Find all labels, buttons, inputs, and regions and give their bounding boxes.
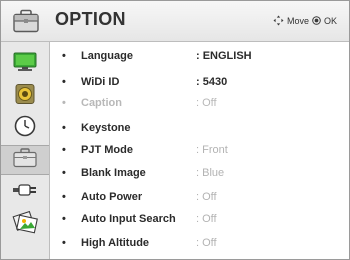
clock-icon: [14, 115, 36, 142]
menu-item-label: Auto Power: [81, 191, 143, 203]
bullet: •: [62, 144, 66, 156]
ok-button-icon: [312, 16, 321, 25]
hint-ok-label: OK: [323, 15, 337, 26]
option-menu-list: • Language : ENGLISH • WiDi ID : 5430 • …: [50, 42, 349, 259]
menu-item-auto-power[interactable]: • Auto Power : Off: [50, 186, 349, 210]
menu-item-value: : Off: [196, 213, 217, 225]
move-arrows-icon: [273, 15, 284, 26]
menu-item-label: Blank Image: [81, 167, 146, 179]
sidebar-item-picture[interactable]: [1, 49, 49, 79]
menu-item-language[interactable]: • Language : ENGLISH: [50, 45, 349, 69]
sidebar-item-audio[interactable]: [1, 81, 49, 111]
menu-item-label: Auto Input Search: [81, 213, 176, 225]
menu-item-label: High Altitude: [81, 237, 150, 249]
menu-item-label: Language: [81, 50, 133, 62]
connector-icon: [12, 181, 38, 204]
sidebar-item-input[interactable]: [1, 177, 49, 207]
tv-screen-icon: [13, 52, 37, 77]
menu-item-pjt-mode[interactable]: • PJT Mode : Front: [50, 139, 349, 163]
page-title: OPTION: [55, 9, 126, 29]
menu-item-label: PJT Mode: [81, 144, 133, 156]
menu-item-caption: • Caption : Off: [50, 92, 349, 116]
bullet: •: [62, 213, 66, 225]
sidebar: [1, 42, 50, 259]
navigation-hint: Move OK: [273, 15, 337, 26]
menu-item-value: : Off: [196, 191, 217, 203]
bullet: •: [62, 237, 66, 249]
menu-item-keystone[interactable]: • Keystone: [50, 117, 349, 141]
speaker-icon: [14, 83, 36, 110]
bullet: •: [62, 191, 66, 203]
menu-item-value: : 5430: [196, 76, 228, 88]
menu-header: OPTION Move OK: [1, 1, 349, 42]
menu-item-value: : Front: [196, 144, 228, 156]
menu-item-blank-image[interactable]: • Blank Image : Blue: [50, 162, 349, 186]
menu-item-value: : Off: [196, 97, 217, 109]
briefcase-icon: [13, 147, 37, 173]
sidebar-item-time[interactable]: [1, 113, 49, 143]
menu-item-auto-input-search[interactable]: • Auto Input Search : Off: [50, 208, 349, 232]
bullet: •: [62, 50, 66, 62]
bullet: •: [62, 97, 66, 109]
option-menu-window: OPTION Move OK • Language: ENGLISH • Wi…: [0, 0, 350, 260]
menu-item-value: : Blue: [196, 167, 225, 179]
menu-item-value: : ENGLISH: [196, 50, 252, 62]
briefcase-icon: [13, 9, 39, 33]
menu-item-label: Keystone: [81, 122, 131, 134]
menu-item-label: WiDi ID: [81, 76, 120, 88]
menu-item-value: : Off: [196, 237, 217, 249]
sidebar-item-media[interactable]: [1, 209, 49, 239]
bullet: •: [62, 167, 66, 179]
photo-icon: [12, 210, 38, 239]
bullet: •: [62, 122, 66, 134]
menu-item-label: Caption: [81, 97, 122, 109]
hint-move-label: Move: [286, 15, 309, 26]
menu-item-high-altitude[interactable]: • High Altitude : Off: [50, 232, 349, 256]
bullet: •: [62, 76, 66, 88]
sidebar-item-option[interactable]: [1, 145, 49, 175]
